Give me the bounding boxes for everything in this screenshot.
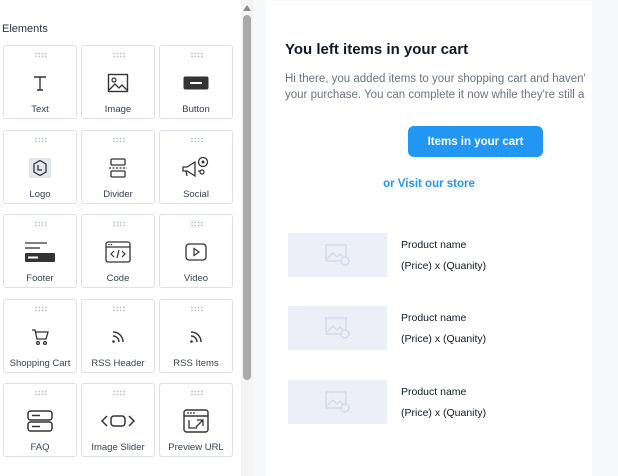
product-image-placeholder [288, 306, 387, 350]
email-body-line: your purchase. You can complete it now w… [285, 89, 585, 101]
element-tile-social[interactable]: Social [159, 130, 233, 204]
product-name: Product name [401, 386, 467, 398]
scroll-up-arrow-icon[interactable] [243, 5, 251, 11]
drag-handle-icon[interactable] [112, 390, 126, 396]
scrollbar-thumb[interactable] [243, 15, 251, 380]
element-label: Image [104, 104, 132, 115]
shopping-cart-icon [4, 325, 76, 349]
product-price: (Price) x (Quanity) [401, 333, 487, 345]
items-in-cart-button[interactable]: Items in your cart [408, 126, 543, 157]
rss-icon [82, 325, 154, 349]
video-icon [160, 240, 232, 264]
element-label: Button [182, 104, 210, 115]
product-price: (Price) x (Quanity) [401, 407, 487, 419]
element-label: Text [31, 104, 49, 115]
element-tile-image[interactable]: Image [81, 45, 155, 119]
product-image-placeholder [288, 380, 387, 424]
element-tile-logo[interactable]: Logo [3, 130, 77, 204]
image-placeholder-icon [324, 317, 350, 339]
logo-icon [4, 156, 76, 180]
visit-store-link[interactable]: or Visit our store [266, 178, 592, 190]
panel-title: Elements [2, 23, 48, 35]
email-canvas[interactable]: You left items in your cart Hi there, yo… [266, 1, 592, 476]
element-tile-shopping-cart[interactable]: Shopping Cart [3, 299, 77, 373]
drag-handle-icon[interactable] [190, 221, 204, 227]
element-label: Video [183, 273, 209, 284]
drag-handle-icon[interactable] [34, 306, 48, 312]
element-tile-faq[interactable]: FAQ [3, 383, 77, 457]
elements-panel: Elements Text Image Button Logo Divider … [0, 0, 240, 476]
drag-handle-icon[interactable] [34, 221, 48, 227]
product-name: Product name [401, 312, 467, 324]
element-label: RSS Header [91, 358, 145, 369]
element-label: Logo [29, 189, 51, 200]
drag-handle-icon[interactable] [112, 52, 126, 58]
drag-handle-icon[interactable] [190, 52, 204, 58]
element-label: Preview URL [168, 442, 224, 453]
element-tile-rss-items[interactable]: RSS Items [159, 299, 233, 373]
email-title: You left items in your cart [285, 41, 469, 58]
drag-handle-icon[interactable] [112, 137, 126, 143]
element-label: Image Slider [91, 442, 145, 453]
drag-handle-icon[interactable] [190, 390, 204, 396]
product-name: Product name [401, 239, 467, 251]
element-tile-divider[interactable]: Divider [81, 130, 155, 204]
drag-handle-icon[interactable] [34, 52, 48, 58]
social-icon [160, 156, 232, 180]
rss-icon [160, 325, 232, 349]
drag-handle-icon[interactable] [190, 306, 204, 312]
divider-icon [82, 156, 154, 180]
element-tile-video[interactable]: Video [159, 214, 233, 288]
element-tile-rss-header[interactable]: RSS Header [81, 299, 155, 373]
image-icon [82, 71, 154, 95]
preview-url-icon [160, 409, 232, 433]
drag-handle-icon[interactable] [112, 221, 126, 227]
element-label: Social [183, 189, 209, 200]
code-icon [82, 240, 154, 264]
element-label: FAQ [30, 442, 50, 453]
email-body-text: Hi there, you added items to your shoppi… [285, 71, 592, 103]
element-tile-button[interactable]: Button [159, 45, 233, 119]
element-label: Divider [103, 189, 133, 200]
element-label: RSS Items [173, 358, 219, 369]
element-tile-preview-url[interactable]: Preview URL [159, 383, 233, 457]
drag-handle-icon[interactable] [34, 390, 48, 396]
image-placeholder-icon [324, 391, 350, 413]
element-tile-code[interactable]: Code [81, 214, 155, 288]
email-body-line: Hi there, you added items to your shoppi… [285, 73, 586, 85]
product-price: (Price) x (Quanity) [401, 260, 487, 272]
drag-handle-icon[interactable] [190, 137, 204, 143]
image-slider-icon [82, 409, 154, 433]
element-label: Footer [26, 273, 54, 284]
text-icon [4, 71, 76, 95]
element-tile-footer[interactable]: Footer [3, 214, 77, 288]
drag-handle-icon[interactable] [112, 306, 126, 312]
element-tile-image-slider[interactable]: Image Slider [81, 383, 155, 457]
footer-icon [4, 240, 76, 264]
element-tile-text[interactable]: Text [3, 45, 77, 119]
drag-handle-icon[interactable] [34, 137, 48, 143]
product-image-placeholder [288, 233, 387, 277]
faq-icon [4, 409, 76, 433]
image-placeholder-icon [324, 244, 350, 266]
button-icon [160, 71, 232, 95]
element-label: Code [106, 273, 130, 284]
element-label: Shopping Cart [9, 358, 71, 369]
